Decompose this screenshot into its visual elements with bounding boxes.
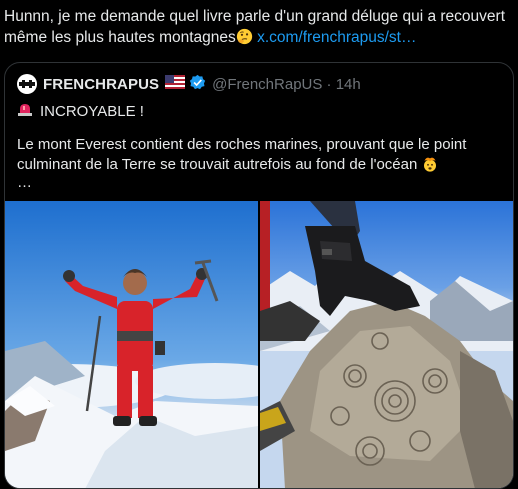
tweet-text: Hunnn, je me demande quel livre parle d'…: [4, 6, 510, 48]
quoted-tweet[interactable]: FRENCHRAPUS @FrenchRapUS · 14h INCROYABL…: [4, 62, 514, 489]
tweet-body: Hunnn, je me demande quel livre parle d'…: [4, 8, 506, 46]
quoted-body-text: Le mont Everest contient des roches mari…: [17, 136, 467, 173]
avatar[interactable]: [17, 74, 37, 94]
thinking-face-icon: [236, 28, 253, 45]
climber-summit-photo[interactable]: [5, 201, 258, 488]
tweet-link[interactable]: x.com/frenchrapus/st…: [257, 29, 416, 46]
verified-badge-icon: [189, 74, 206, 95]
quoted-author-name[interactable]: FRENCHRAPUS: [43, 76, 159, 93]
us-flag-icon: [165, 75, 186, 93]
quoted-media[interactable]: [5, 201, 513, 488]
fossil-rock-photo[interactable]: [260, 201, 513, 488]
alert-line: INCROYABLE !: [17, 101, 144, 123]
siren-icon: [17, 101, 33, 123]
quoted-author-handle[interactable]: @FrenchRapUS · 14h: [212, 76, 361, 93]
exploding-head-icon: [422, 156, 438, 172]
quoted-tweet-body: Le mont Everest contient des roches mari…: [17, 135, 505, 175]
alert-text: INCROYABLE !: [40, 103, 144, 120]
quoted-more: …: [17, 174, 32, 191]
quoted-tweet-header: FRENCHRAPUS @FrenchRapUS · 14h: [17, 74, 361, 94]
